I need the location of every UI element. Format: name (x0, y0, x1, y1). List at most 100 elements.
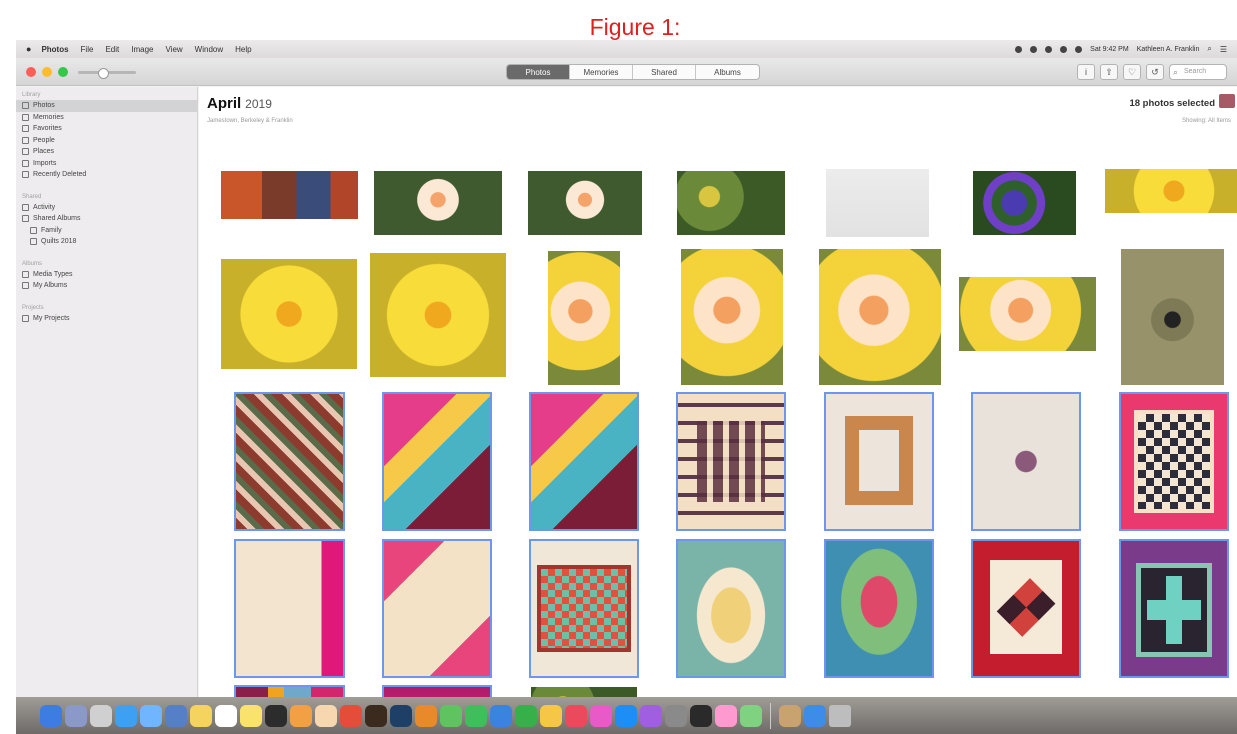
photo-thumbnail[interactable] (971, 539, 1081, 678)
menu-image[interactable]: Image (131, 45, 153, 54)
zoom-window-button[interactable] (58, 67, 68, 77)
sidebar-item-activity[interactable]: Activity (16, 202, 197, 214)
sidebar-item-my-albums[interactable]: My Albums (16, 280, 197, 292)
photo-thumbnail[interactable] (1121, 249, 1224, 385)
balloon-icon[interactable] (715, 704, 737, 727)
news-icon[interactable] (565, 704, 587, 727)
photo-thumbnail[interactable] (234, 539, 345, 678)
menu-file[interactable]: File (81, 45, 94, 54)
menu-user[interactable]: Kathleen A. Franklin (1137, 46, 1200, 53)
appstore-icon[interactable] (615, 704, 637, 727)
menu-window[interactable]: Window (195, 45, 223, 54)
photo-thumbnail[interactable] (824, 392, 934, 531)
bridge-icon[interactable] (365, 704, 387, 727)
wifi-icon[interactable] (1060, 45, 1068, 53)
photo-thumbnail[interactable] (973, 171, 1076, 235)
sidebar-item-media-types[interactable]: Media Types (16, 269, 197, 281)
status-icon[interactable] (1045, 45, 1053, 53)
numbers-icon[interactable] (515, 704, 537, 727)
mail-icon[interactable] (140, 704, 162, 727)
launchpad-icon[interactable] (65, 704, 87, 727)
close-window-button[interactable] (26, 67, 36, 77)
menu-app-name[interactable]: Photos (41, 45, 68, 54)
photo-thumbnail[interactable] (676, 539, 786, 678)
photo-thumbnail[interactable] (681, 249, 783, 385)
info-button[interactable]: i (1077, 64, 1095, 80)
facetime-icon[interactable] (465, 704, 487, 727)
downloads-icon[interactable] (804, 704, 826, 727)
photo-thumbnail[interactable] (382, 539, 492, 678)
rotate-button[interactable]: ↺ (1146, 64, 1164, 80)
sidebar-item-memories[interactable]: Memories (16, 112, 197, 124)
notes-icon[interactable] (190, 704, 212, 727)
photo-thumbnail[interactable] (819, 249, 941, 385)
quicktime-icon[interactable] (265, 704, 287, 727)
stickies-icon[interactable] (240, 704, 262, 727)
share-button[interactable]: ⇧ (1100, 64, 1118, 80)
sidebar-item-shared-albums[interactable]: Shared Albums (16, 213, 197, 225)
chrome-icon[interactable] (340, 704, 362, 727)
finder-icon[interactable] (40, 704, 62, 727)
contacts-icon[interactable] (779, 704, 801, 727)
photo-thumbnail[interactable] (676, 392, 786, 531)
pages-icon[interactable] (290, 704, 312, 727)
display-icon[interactable] (690, 704, 712, 727)
tab-photos[interactable]: Photos (507, 65, 570, 79)
photos-app-icon[interactable] (315, 704, 337, 727)
photo-thumbnail[interactable] (959, 277, 1096, 351)
sidebar-item-family[interactable]: Family (16, 225, 197, 237)
search-input[interactable]: Search (1169, 64, 1227, 80)
menu-clock[interactable]: Sat 9:42 PM (1090, 46, 1129, 53)
moment-location[interactable]: Jamestown, Berkeley & Franklin (207, 118, 293, 124)
photoshop-icon[interactable] (390, 704, 412, 727)
status-icon[interactable] (1030, 45, 1038, 53)
volume-icon[interactable] (1075, 45, 1083, 53)
selection-thumbnail[interactable] (1219, 94, 1235, 108)
photo-thumbnail[interactable] (971, 392, 1081, 531)
photo-thumbnail[interactable] (370, 253, 506, 377)
system-preferences-icon[interactable] (665, 704, 687, 727)
tab-memories[interactable]: Memories (570, 65, 633, 79)
minimize-window-button[interactable] (42, 67, 52, 77)
calendar-icon[interactable] (215, 704, 237, 727)
photo-thumbnail[interactable] (234, 392, 345, 531)
slides-icon[interactable] (540, 704, 562, 727)
preview-icon[interactable] (165, 704, 187, 727)
sidebar-item-quilts-2018[interactable]: Quilts 2018 (16, 236, 197, 248)
sidebar-item-my-projects[interactable]: My Projects (16, 313, 197, 325)
photo-thumbnail[interactable] (1119, 539, 1229, 678)
photo-thumbnail[interactable] (221, 171, 358, 219)
photo-thumbnail[interactable] (824, 539, 934, 678)
sidebar-item-imports[interactable]: Imports (16, 158, 197, 170)
thumbnail-size-slider[interactable] (78, 68, 136, 79)
sidebar-item-recently-deleted[interactable]: Recently Deleted (16, 169, 197, 181)
apple-menu-icon[interactable]: ● (26, 44, 31, 54)
maps-icon[interactable] (740, 704, 762, 727)
sidebar-item-people[interactable]: People (16, 135, 197, 147)
photo-thumbnail[interactable] (529, 392, 639, 531)
messages-icon[interactable] (440, 704, 462, 727)
tab-albums[interactable]: Albums (696, 65, 759, 79)
favorite-button[interactable]: ♡ (1123, 64, 1141, 80)
books-icon[interactable] (415, 704, 437, 727)
menu-view[interactable]: View (165, 45, 182, 54)
photo-thumbnail[interactable] (374, 171, 502, 235)
status-icon[interactable] (1015, 45, 1023, 53)
podcasts-icon[interactable] (640, 704, 662, 727)
siri-icon[interactable] (90, 704, 112, 727)
keynote-icon[interactable] (490, 704, 512, 727)
photo-thumbnail[interactable] (382, 392, 492, 531)
menu-help[interactable]: Help (235, 45, 251, 54)
trash-icon[interactable] (829, 704, 851, 727)
notification-center-icon[interactable]: ☰ (1220, 45, 1227, 54)
photo-thumbnail[interactable] (677, 171, 785, 235)
sidebar-item-places[interactable]: Places (16, 146, 197, 158)
photo-thumbnail[interactable] (826, 169, 929, 237)
spotlight-icon[interactable]: ⌕ (1207, 44, 1211, 54)
sidebar-item-favorites[interactable]: Favorites (16, 123, 197, 135)
photo-thumbnail[interactable] (1119, 392, 1229, 531)
show-filter[interactable]: Showing: All Items (1182, 118, 1231, 124)
photo-thumbnail[interactable] (548, 251, 620, 385)
menu-edit[interactable]: Edit (105, 45, 119, 54)
photo-thumbnail[interactable] (528, 171, 642, 235)
